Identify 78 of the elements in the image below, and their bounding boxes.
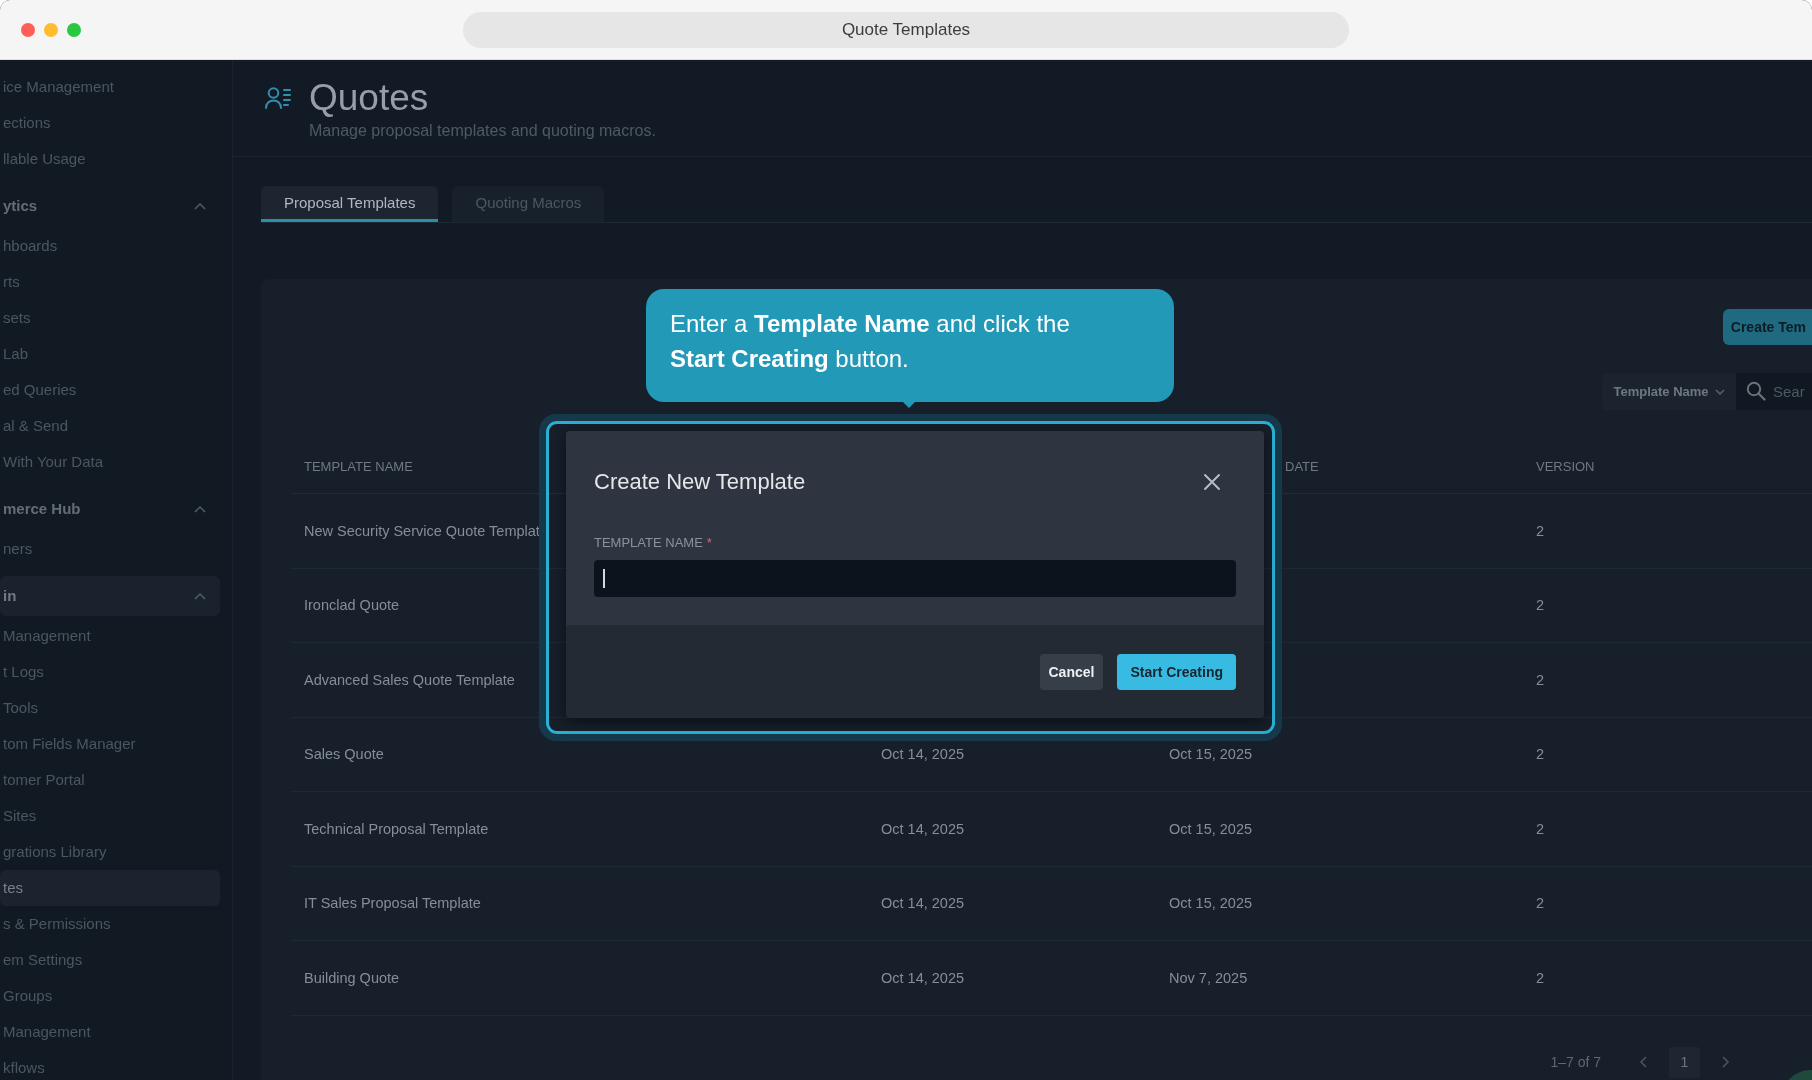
user-list-icon [265, 87, 291, 109]
table-cell: Oct 14, 2025 [881, 895, 965, 912]
window-maximize-button[interactable] [67, 22, 81, 37]
page-button[interactable]: 1 [1669, 1046, 1700, 1078]
table-cell: Oct 15, 2025 [1169, 820, 1253, 837]
column-header: DATE [1285, 458, 1319, 474]
required-mark: * [706, 535, 712, 551]
table-cell: Oct 14, 2025 [881, 820, 965, 837]
sidebar-item[interactable]: grations Library [0, 834, 220, 870]
chevron-down-icon [1714, 388, 1725, 395]
start-creating-button[interactable]: Start Creating [1117, 654, 1236, 690]
window-close-button[interactable] [21, 22, 35, 37]
table-cell: Advanced Sales Quote Template [304, 671, 515, 688]
column-header: VERSION [1536, 458, 1595, 474]
table-cell: 2 [1536, 671, 1545, 688]
sidebar-item[interactable]: With Your Data [0, 444, 220, 480]
cancel-button[interactable]: Cancel [1039, 654, 1104, 690]
search-field[interactable]: Sear [1736, 373, 1812, 410]
column-header: TEMPLATE NAME [304, 458, 413, 474]
sidebar-item[interactable]: ners [0, 531, 220, 567]
chevron-right-icon[interactable] [1721, 1056, 1730, 1068]
sidebar-group-header[interactable]: merce Hub [0, 489, 220, 529]
sidebar-item[interactable]: llable Usage [0, 141, 220, 177]
table-cell: Building Quote [304, 969, 400, 986]
sidebar-item[interactable]: tom Fields Manager [0, 726, 220, 762]
sidebar-item[interactable]: al & Send [0, 408, 220, 444]
template-name-field[interactable] [594, 560, 1236, 597]
sidebar-item[interactable]: Tools [0, 690, 220, 726]
sidebar-item[interactable]: hboards [0, 228, 220, 264]
close-icon [1203, 473, 1221, 491]
table-cell: 2 [1536, 969, 1545, 986]
callout-text: Enter a Template Name and click the Start Creating button. [670, 309, 1071, 374]
table-cell: 2 [1536, 895, 1545, 912]
modal-title: Create New Template [594, 468, 806, 496]
table-cell: Nov 7, 2025 [1169, 969, 1248, 986]
sidebar-item[interactable]: Groups [0, 978, 220, 1014]
sidebar-item[interactable]: sets [0, 300, 220, 336]
table-cell: Sales Quote [304, 746, 384, 763]
window-minimize-button[interactable] [44, 22, 58, 37]
create-template-button[interactable]: Create Tem [1722, 309, 1812, 345]
sidebar-item[interactable]: Sites [0, 798, 220, 834]
sidebar-item[interactable]: rts [0, 264, 220, 300]
sidebar-item[interactable]: tes [0, 870, 220, 906]
table-cell: 2 [1536, 746, 1545, 763]
table-cell: New Security Service Quote Templat [304, 522, 540, 539]
sidebar-item[interactable]: Management [0, 1014, 220, 1050]
sidebar-item[interactable]: ections [0, 105, 220, 141]
table-cell: 2 [1536, 522, 1545, 539]
search-icon [1746, 381, 1766, 401]
sidebar-item[interactable]: kflows [0, 1050, 220, 1080]
field-label: TEMPLATE NAME [594, 535, 703, 551]
page-subtitle: Manage proposal templates and quoting macros. [309, 121, 656, 141]
sidebar-item[interactable]: Lab [0, 336, 220, 372]
table-cell: IT Sales Proposal Template [304, 895, 481, 912]
table-cell: Oct 14, 2025 [881, 746, 965, 763]
page-title: Quotes [309, 76, 430, 120]
sidebar-item[interactable]: tomer Portal [0, 762, 220, 798]
sidebar-item[interactable]: s & Permissions [0, 906, 220, 942]
filter-dropdown[interactable]: Template Name [1602, 373, 1736, 410]
tab[interactable]: Proposal Templates [261, 186, 439, 222]
table-cell: 2 [1536, 820, 1545, 837]
table-cell: Oct 15, 2025 [1169, 746, 1253, 763]
window-title: Quote Templates [463, 11, 1349, 48]
sidebar-group-header[interactable]: in [0, 576, 220, 616]
sidebar-item[interactable]: Management [0, 618, 220, 654]
sidebar-item[interactable]: em Settings [0, 942, 220, 978]
chevron-left-icon[interactable] [1639, 1056, 1648, 1068]
close-button[interactable] [1203, 473, 1221, 491]
sidebar-item[interactable]: t Logs [0, 654, 220, 690]
sidebar-item[interactable]: ed Queries [0, 372, 220, 408]
table-cell: Oct 14, 2025 [881, 969, 965, 986]
sidebar-item[interactable]: ice Management [0, 69, 220, 105]
table-cell: 2 [1536, 597, 1545, 614]
table-cell: Technical Proposal Template [304, 820, 489, 837]
table-cell: Oct 15, 2025 [1169, 895, 1253, 912]
pagination-range: 1–7 of 7 [1550, 1052, 1601, 1072]
sidebar-group-header[interactable]: ytics [0, 186, 220, 226]
table-cell: Ironclad Quote [304, 597, 400, 614]
